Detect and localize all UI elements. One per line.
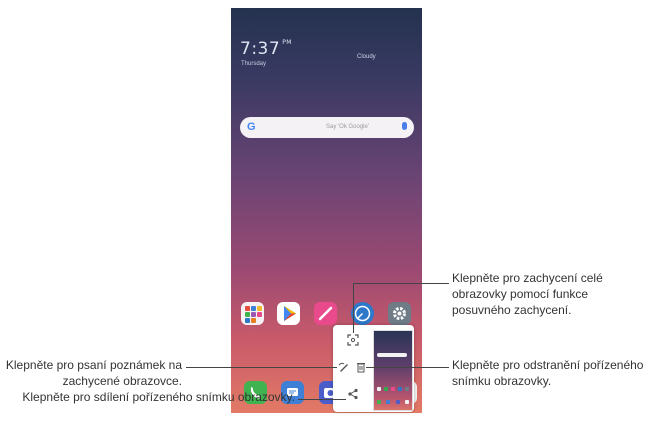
callout-line-delete (366, 367, 449, 368)
thumbnail-dock-row (377, 400, 409, 404)
settings-gear-icon[interactable] (388, 302, 411, 325)
edit-capture-icon[interactable] (337, 360, 351, 374)
callout-capture-full: Klepněte pro zachycení celé obrazovky po… (452, 271, 603, 317)
home-date: Thursday (241, 61, 267, 67)
app-folder-icon[interactable] (241, 302, 264, 325)
callout-line-capture (353, 283, 354, 333)
clock-ampm: PM (282, 39, 292, 46)
callout-write-notes: Klepněte pro psaní poznámek na zachycené… (5, 358, 182, 388)
callout-line-share (298, 399, 346, 400)
play-store-icon[interactable] (277, 302, 300, 325)
google-search-bar[interactable]: G Say 'Ok Google' (240, 117, 414, 138)
mic-icon[interactable] (402, 122, 407, 130)
google-logo-icon: G (247, 121, 256, 133)
home-clock: 7:37 PM (240, 39, 292, 59)
callout-share: Klepněte pro sdílení pořízeného snímku o… (22, 390, 295, 404)
weather-widget[interactable]: Cloudy (357, 54, 376, 60)
search-placeholder: Say 'Ok Google' (326, 124, 369, 130)
thumbnail-search-bar (377, 353, 407, 357)
capture-thumbnail[interactable] (373, 330, 413, 411)
callout-line-capture-h (353, 283, 449, 284)
browser-app-icon[interactable] (351, 302, 374, 325)
expand-capture-icon[interactable] (346, 333, 360, 347)
thumbnail-app-row (377, 387, 409, 391)
clock-time: 7:37 (240, 39, 281, 59)
callout-line-notes (186, 367, 337, 368)
notes-app-icon[interactable] (314, 302, 337, 325)
callout-delete: Klepněte pro odstranění pořízeného snímk… (452, 358, 644, 388)
share-icon[interactable] (346, 387, 360, 401)
